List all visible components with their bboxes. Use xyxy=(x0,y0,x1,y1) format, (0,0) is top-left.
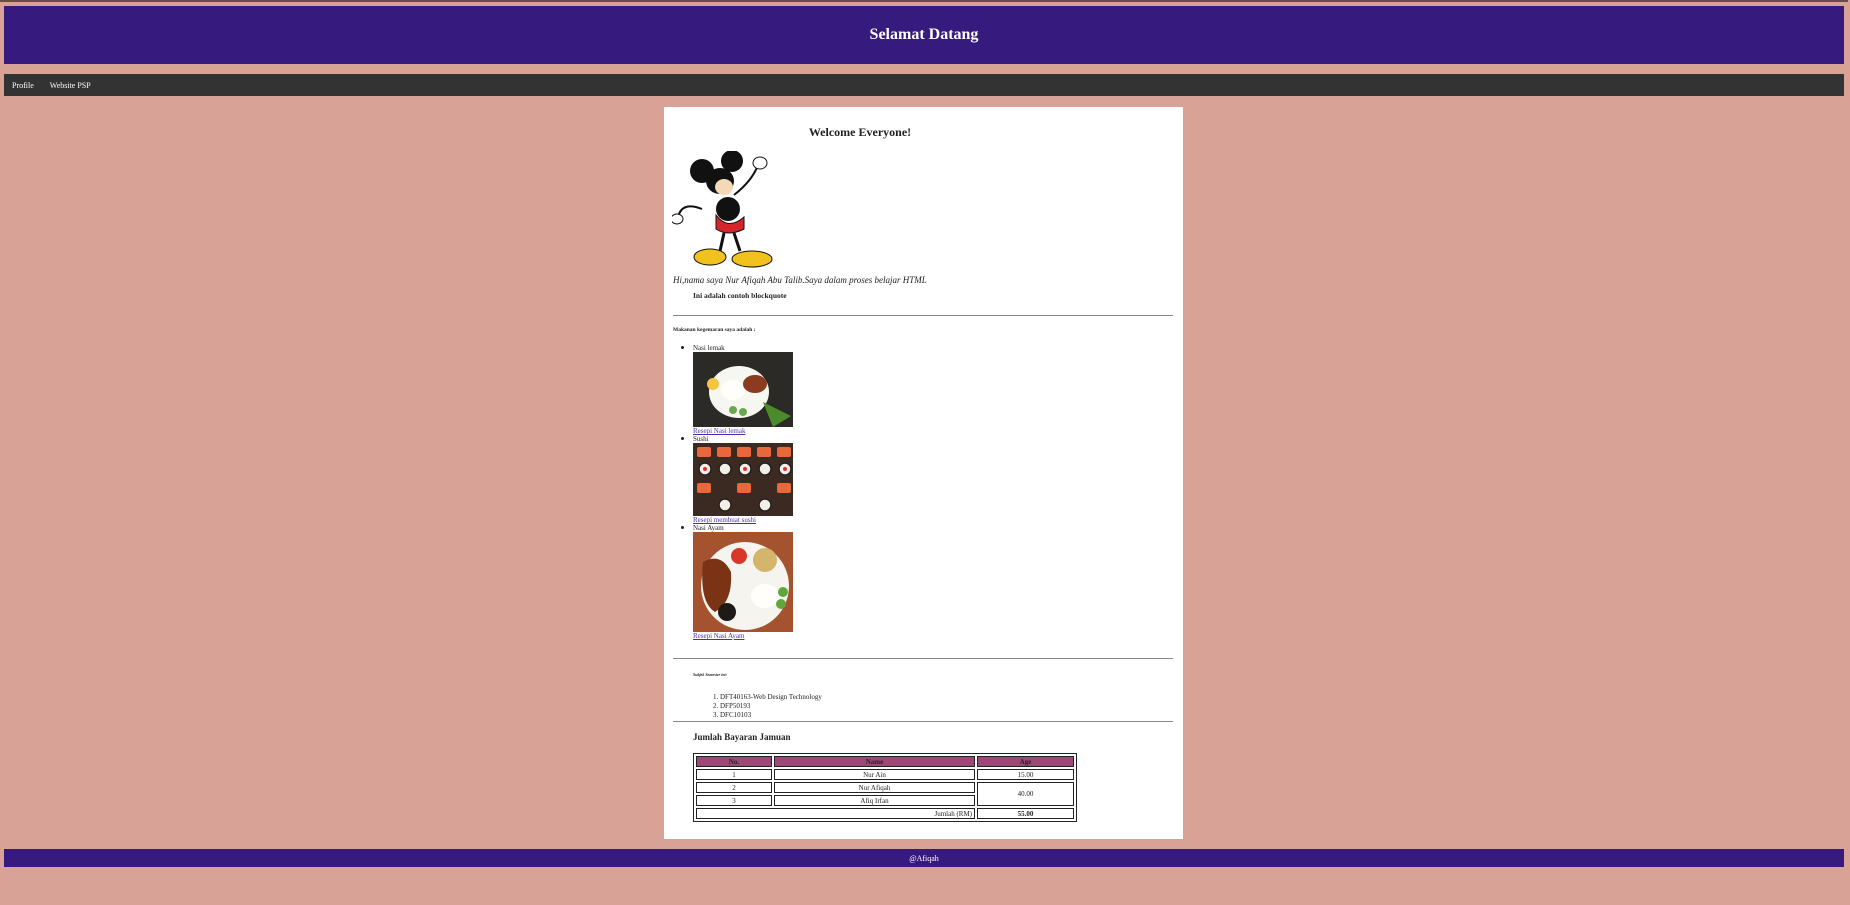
footer: @Afiqah xyxy=(4,849,1844,867)
welcome-heading: Welcome Everyone! xyxy=(808,125,912,139)
food-item: Sushi Resepi membuat sushi xyxy=(681,435,793,524)
cell-name: Afiq Irfan xyxy=(774,795,975,806)
cell-no: 3 xyxy=(696,795,772,806)
food-recipe-link[interactable]: Resepi membuat sushi xyxy=(693,516,793,524)
sushi-image xyxy=(693,443,793,516)
food-name: Nasi lemak xyxy=(693,344,725,352)
food-name: Nasi Ayam xyxy=(693,524,724,532)
bullet-icon xyxy=(681,346,684,349)
cell-name: Nur Ain xyxy=(774,769,975,780)
food-list: Nasi lemak Resepi Nasi lemak Sushi Resep… xyxy=(681,344,793,640)
subject-item: 2. DFP50193 xyxy=(713,702,751,710)
column-header: No. xyxy=(696,756,772,767)
content-card: Welcome Everyone! Hi,nama saya Nur Afiqa… xyxy=(664,107,1183,839)
nasi-ayam-image xyxy=(693,532,793,632)
footer-text: @Afiqah xyxy=(909,853,939,863)
total-label: Jumlah (RM) xyxy=(696,808,975,819)
subjects-heading: Subjek Semester ini: xyxy=(693,672,728,677)
nav-website-psp[interactable]: Website PSP xyxy=(42,81,99,90)
subject-item: 3. DFC10103 xyxy=(713,711,752,719)
table-header-row: No. Name Age xyxy=(696,756,1074,767)
blockquote: Ini adalah contoh blockquote xyxy=(693,291,787,300)
divider xyxy=(673,658,1173,659)
bullet-icon xyxy=(681,437,684,440)
nav-profile[interactable]: Profile xyxy=(4,81,42,90)
fee-title: Jumlah Bayaran Jamuan xyxy=(693,732,791,742)
column-header: Name xyxy=(774,756,975,767)
divider xyxy=(673,315,1173,316)
header-banner: Selamat Datang xyxy=(4,6,1844,64)
total-value: 55.00 xyxy=(977,808,1074,819)
nasi-lemak-image xyxy=(693,352,793,427)
subject-item: 1. DFT40163-Web Design Technology xyxy=(713,693,822,701)
cell-age: 15.00 xyxy=(977,769,1074,780)
top-nav: Profile Website PSP xyxy=(4,74,1844,96)
cell-no: 2 xyxy=(696,782,772,793)
cell-name: Nur Afiqah xyxy=(774,782,975,793)
food-item: Nasi Ayam Resepi Nasi Ayam xyxy=(681,524,793,640)
column-header: Age xyxy=(977,756,1074,767)
table-row: 2 Nur Afiqah 40.00 xyxy=(696,782,1074,806)
cell-age: 40.00 xyxy=(977,782,1074,806)
table-total-row: Jumlah (RM) 55.00 xyxy=(696,808,1074,819)
page-title: Selamat Datang xyxy=(869,26,979,43)
fee-table: No. Name Age 1 Nur Ain 15.00 2 Nur Afiqa… xyxy=(693,753,1077,822)
food-recipe-link[interactable]: Resepi Nasi lemak xyxy=(693,427,793,435)
food-item: Nasi lemak Resepi Nasi lemak xyxy=(681,344,793,435)
favourite-food-heading: Makanan kegemaran saya adalah : xyxy=(673,327,756,333)
food-recipe-link[interactable]: Resepi Nasi Ayam xyxy=(693,632,793,640)
mickey-mouse-image xyxy=(672,151,773,268)
subjects-list: 1. DFT40163-Web Design Technology 2. DFP… xyxy=(713,693,822,720)
table-row: 1 Nur Ain 15.00 xyxy=(696,769,1074,780)
intro-text: Hi,nama saya Nur Afiqah Abu Talib.Saya d… xyxy=(673,275,927,285)
bullet-icon xyxy=(681,526,684,529)
cell-no: 1 xyxy=(696,769,772,780)
divider xyxy=(673,721,1173,722)
food-name: Sushi xyxy=(693,435,709,443)
